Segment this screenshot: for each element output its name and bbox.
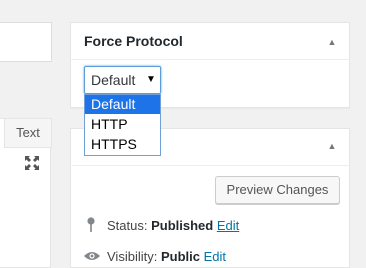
- dropdown-option[interactable]: Default: [85, 95, 160, 114]
- metabox-title: Force Protocol: [84, 33, 183, 49]
- fullscreen-icon[interactable]: [22, 153, 42, 173]
- status-value: Published: [151, 218, 214, 233]
- protocol-select-value: Default: [91, 72, 136, 88]
- pin-icon: [86, 217, 96, 233]
- collapse-arrow-icon[interactable]: ▲: [324, 34, 340, 50]
- collapse-arrow-icon[interactable]: ▲: [324, 138, 340, 154]
- text-tab[interactable]: Text: [4, 118, 52, 148]
- eye-icon: [83, 250, 101, 262]
- status-row: Status: Published Edit: [107, 218, 239, 233]
- dropdown-arrow-icon: ▼: [146, 74, 156, 85]
- protocol-dropdown-list: Default HTTP HTTPS: [84, 94, 161, 156]
- status-edit-link[interactable]: Edit: [217, 218, 239, 233]
- dropdown-option[interactable]: HTTPS: [85, 135, 160, 154]
- status-label: Status:: [107, 218, 148, 233]
- preview-changes-button[interactable]: Preview Changes: [215, 176, 340, 204]
- dropdown-option[interactable]: HTTP: [85, 115, 160, 134]
- post-title-input[interactable]: [0, 22, 52, 62]
